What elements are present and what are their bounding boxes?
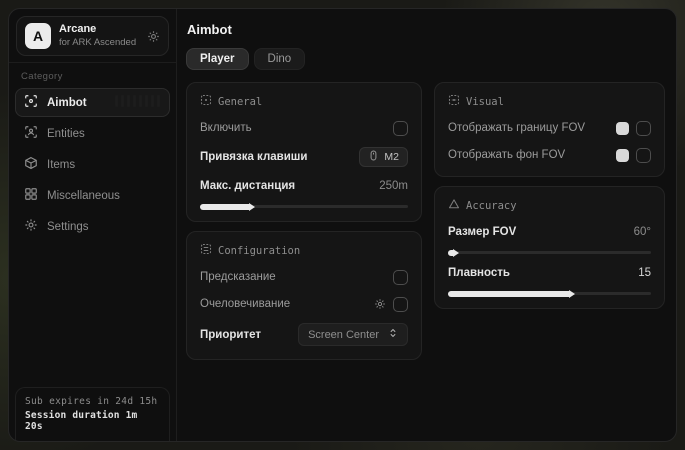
mouse-icon xyxy=(368,150,379,164)
row-humanization: Очеловечивание xyxy=(200,296,408,312)
fov-bg-color-swatch[interactable] xyxy=(616,149,629,162)
enable-label: Включить xyxy=(200,122,252,134)
page-title: Aimbot xyxy=(186,22,665,37)
session-duration-text: Session duration 1m 20s xyxy=(25,410,160,432)
app-window: A Arcane for ARK Ascended Category xyxy=(8,8,677,442)
priority-select[interactable]: Screen Center xyxy=(298,323,408,346)
sidebar-item-label: Settings xyxy=(47,221,89,233)
tab-bar: Player Dino xyxy=(186,48,665,70)
sidebar-item-label: Aimbot xyxy=(47,97,87,109)
tab-dino[interactable]: Dino xyxy=(254,48,306,70)
panel-visual: Visual Отображать границу FOV Отображать… xyxy=(434,82,665,177)
category-label: Category xyxy=(9,63,176,86)
target-icon xyxy=(200,94,212,109)
row-fov-size: Размер FOV 60° xyxy=(448,224,651,240)
eye-icon xyxy=(448,94,460,109)
crosshair-icon xyxy=(24,94,38,111)
grid-icon xyxy=(24,187,38,204)
main-content: Aimbot Player Dino General xyxy=(177,9,677,441)
sidebar-header: A Arcane for ARK Ascended xyxy=(9,9,176,63)
keybind-button[interactable]: M2 xyxy=(359,147,408,167)
row-prediction: Предсказание xyxy=(200,269,408,285)
sidebar-item-label: Entities xyxy=(47,128,85,140)
fov-bg-label: Отображать фон FOV xyxy=(448,149,565,161)
panel-general: General Включить Привязка клавиши xyxy=(186,82,422,222)
row-smoothness: Плавность 15 xyxy=(448,265,651,281)
sidebar-item-items[interactable]: Items xyxy=(15,150,170,179)
max-distance-value: 250m xyxy=(379,180,408,192)
fov-bg-checkbox[interactable] xyxy=(636,148,651,163)
smoothness-slider[interactable] xyxy=(448,292,651,295)
prediction-checkbox[interactable] xyxy=(393,270,408,285)
delta-icon xyxy=(448,198,460,213)
row-enable: Включить xyxy=(200,120,408,136)
slider-fill xyxy=(200,204,250,210)
sidebar-item-entities[interactable]: Entities xyxy=(15,119,170,148)
panel-accuracy-header: Accuracy xyxy=(448,198,651,213)
smoothness-label: Плавность xyxy=(448,267,510,279)
humanization-checkbox[interactable] xyxy=(393,297,408,312)
scan-person-icon xyxy=(24,125,38,142)
fov-size-label: Размер FOV xyxy=(448,226,516,238)
row-keybind: Привязка клавиши M2 xyxy=(200,147,408,167)
panel-accuracy: Accuracy Размер FOV 60° Плавность 15 xyxy=(434,186,665,309)
sub-expires-text: Sub expires in 24d 15h xyxy=(25,396,160,407)
humanization-label: Очеловечивание xyxy=(200,298,290,310)
slider-fill xyxy=(448,250,454,256)
sidebar-item-label: Items xyxy=(47,159,75,171)
watermark xyxy=(115,95,161,107)
enable-checkbox[interactable] xyxy=(393,121,408,136)
sidebar-item-miscellaneous[interactable]: Miscellaneous xyxy=(15,181,170,210)
unfold-icon xyxy=(388,328,398,341)
max-distance-label: Макс. дистанция xyxy=(200,180,295,192)
sidebar-item-settings[interactable]: Settings xyxy=(15,212,170,241)
sidebar-nav: Aimbot Entities xyxy=(9,86,176,243)
app-subtitle: for ARK Ascended xyxy=(59,37,139,49)
sliders-icon xyxy=(200,243,212,258)
row-priority: Приоритет Screen Center xyxy=(200,323,408,346)
fov-border-color-swatch[interactable] xyxy=(616,122,629,135)
fov-border-checkbox[interactable] xyxy=(636,121,651,136)
fov-size-slider[interactable] xyxy=(448,251,651,254)
sidebar: A Arcane for ARK Ascended Category xyxy=(9,9,177,441)
box-icon xyxy=(24,156,38,173)
smoothness-value: 15 xyxy=(638,267,651,279)
session-info: Sub expires in 24d 15h Session duration … xyxy=(15,387,170,441)
keybind-value: M2 xyxy=(384,151,399,163)
brand-card: A Arcane for ARK Ascended xyxy=(16,16,169,56)
row-fov-border: Отображать границу FOV xyxy=(448,120,651,136)
brand-text: Arcane for ARK Ascended xyxy=(59,23,139,49)
fov-size-value: 60° xyxy=(634,226,651,238)
prediction-label: Предсказание xyxy=(200,271,276,283)
keybind-label: Привязка клавиши xyxy=(200,151,307,163)
gear-icon[interactable] xyxy=(374,298,386,310)
panel-visual-header: Visual xyxy=(448,94,651,109)
app-name: Arcane xyxy=(59,23,139,37)
panel-general-header: General xyxy=(200,94,408,109)
gear-icon[interactable] xyxy=(147,30,160,43)
sidebar-item-label: Miscellaneous xyxy=(47,190,120,202)
slider-fill xyxy=(448,291,570,297)
row-max-distance: Макс. дистанция 250m xyxy=(200,178,408,194)
max-distance-slider[interactable] xyxy=(200,205,408,208)
fov-border-label: Отображать границу FOV xyxy=(448,122,585,134)
app-logo: A xyxy=(25,23,51,49)
priority-value: Screen Center xyxy=(308,329,379,341)
sidebar-item-aimbot[interactable]: Aimbot xyxy=(15,88,170,117)
row-fov-bg: Отображать фон FOV xyxy=(448,147,651,163)
panel-configuration-header: Configuration xyxy=(200,243,408,258)
panel-configuration: Configuration Предсказание Очеловечивани… xyxy=(186,231,422,360)
gear-icon xyxy=(24,218,38,235)
priority-label: Приоритет xyxy=(200,329,261,341)
tab-player[interactable]: Player xyxy=(186,48,249,70)
